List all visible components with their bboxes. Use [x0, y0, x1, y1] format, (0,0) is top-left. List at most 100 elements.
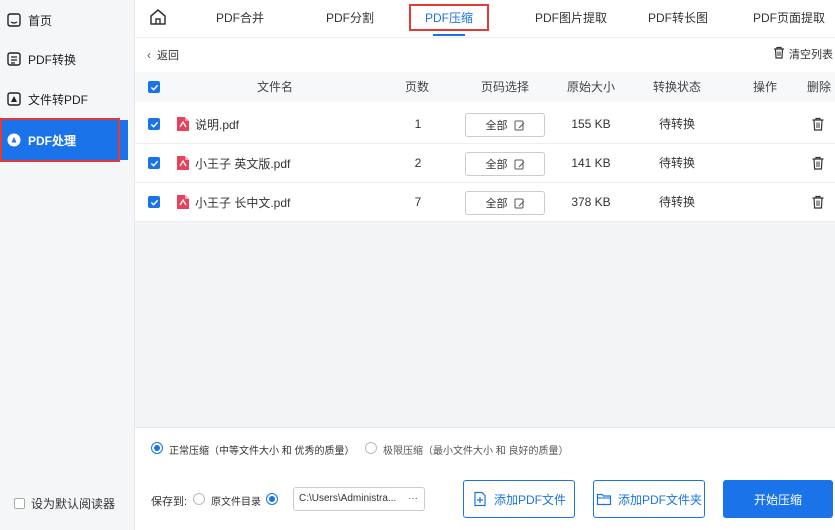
- home-button[interactable]: [149, 8, 167, 26]
- save-path-field[interactable]: C:\Users\Administra... ···: [293, 487, 425, 511]
- header-filename: 文件名: [256, 80, 293, 94]
- file-name: 小王子 英文版.pdf: [195, 156, 291, 171]
- radio-extreme-compression[interactable]: [365, 442, 377, 454]
- page-select-button[interactable]: 全部: [465, 113, 545, 137]
- page-count: 2: [414, 156, 422, 170]
- file-name: 说明.pdf: [195, 117, 240, 132]
- tab-pdf-image-extract[interactable]: PDF图片提取: [531, 0, 611, 36]
- page-count: 7: [414, 195, 422, 209]
- tab-pdf-page-extract[interactable]: PDF页面提取: [749, 0, 829, 36]
- sidebar-item-file-to-pdf[interactable]: 文件转PDF: [0, 79, 128, 119]
- add-file-label: 添加PDF文件: [493, 492, 566, 507]
- checkbox-icon: [14, 498, 25, 509]
- radio-normal-compression[interactable]: [151, 442, 163, 454]
- add-pdf-folder-button[interactable]: 添加PDF文件夹: [593, 480, 705, 518]
- extreme-compression-label: 极限压缩（最小文件大小 和 良好的质量）: [383, 446, 569, 457]
- folder-icon: [596, 493, 612, 506]
- header-status: 转换状态: [652, 80, 701, 94]
- edit-icon: [514, 198, 524, 208]
- active-tab-underline: [433, 34, 465, 36]
- page-select-button[interactable]: 全部: [465, 191, 545, 215]
- tab-label: PDF转长图: [647, 11, 708, 25]
- table-row: 小王子 英文版.pdf 2 全部 141 KB 待转换: [135, 143, 835, 183]
- pdf-file-icon: [177, 195, 189, 209]
- original-size: 378 KB: [571, 195, 611, 209]
- file-name: 小王子 长中文.pdf: [195, 195, 291, 210]
- start-compress-button[interactable]: 开始压缩: [723, 480, 833, 518]
- check-icon: [150, 199, 158, 206]
- pdf-process-icon: [7, 133, 21, 147]
- clear-list-label: 清空列表: [789, 49, 833, 61]
- tab-label: PDF合并: [215, 11, 264, 25]
- check-icon: [150, 84, 158, 91]
- delete-icon[interactable]: [811, 195, 825, 209]
- edit-icon: [514, 120, 524, 130]
- sidebar-item-label: PDF处理: [28, 133, 77, 148]
- tab-pdf-compress[interactable]: PDF压缩: [409, 0, 489, 36]
- default-reader-label: 设为默认阅读器: [31, 497, 116, 511]
- add-file-icon: [474, 491, 486, 507]
- sidebar-item-label: 文件转PDF: [28, 92, 89, 107]
- pdf-convert-icon: [7, 52, 21, 66]
- page-select-label: 全部: [485, 120, 508, 132]
- sidebar-item-pdf-convert[interactable]: PDF转换: [0, 39, 128, 79]
- sidebar-item-pdf-process[interactable]: PDF处理: [0, 118, 128, 162]
- save-to-label: 保存到:: [151, 496, 188, 508]
- page-select-button[interactable]: 全部: [465, 152, 545, 176]
- home-icon: [150, 9, 166, 25]
- pdf-file-icon: [177, 156, 189, 170]
- edit-icon: [514, 159, 524, 169]
- start-compress-label: 开始压缩: [753, 492, 802, 507]
- tab-label: PDF图片提取: [534, 11, 607, 25]
- row-checkbox[interactable]: [148, 196, 160, 208]
- tab-pdf-long-image[interactable]: PDF转长图: [643, 0, 713, 36]
- page-select-label: 全部: [485, 198, 508, 210]
- original-size: 155 KB: [571, 117, 611, 131]
- check-icon: [150, 121, 158, 128]
- highlight-box: [409, 4, 489, 31]
- radio-original-dir[interactable]: [193, 493, 205, 505]
- table-row: 说明.pdf 1 全部 155 KB 待转换: [135, 104, 835, 144]
- toolbar: ‹ 返回 清空列表: [135, 38, 835, 70]
- more-icon[interactable]: ···: [408, 488, 418, 510]
- select-all-checkbox[interactable]: [148, 81, 160, 93]
- add-pdf-file-button[interactable]: 添加PDF文件: [463, 480, 575, 518]
- tab-label: PDF页面提取: [752, 11, 825, 25]
- header-page-select: 页码选择: [480, 80, 529, 94]
- header-original-size: 原始大小: [566, 80, 615, 94]
- delete-icon[interactable]: [811, 156, 825, 170]
- sidebar-item-label: PDF转换: [28, 52, 77, 67]
- trash-icon: [773, 46, 785, 62]
- status: 待转换: [658, 117, 695, 131]
- row-checkbox[interactable]: [148, 157, 160, 169]
- original-dir-label: 原文件目录: [211, 497, 261, 508]
- home-icon: [7, 13, 21, 27]
- radio-custom-dir[interactable]: [266, 493, 278, 505]
- table-row: 小王子 长中文.pdf 7 全部 378 KB 待转换: [135, 182, 835, 222]
- status: 待转换: [658, 195, 695, 209]
- sidebar-item-home[interactable]: 首页: [0, 0, 128, 40]
- tab-pdf-split[interactable]: PDF分割: [315, 0, 385, 36]
- normal-compression-label: 正常压缩（中等文件大小 和 优秀的质量）: [169, 446, 355, 457]
- page-select-label: 全部: [485, 159, 508, 171]
- clear-list-button[interactable]: 清空列表: [773, 46, 833, 62]
- tab-pdf-merge[interactable]: PDF合并: [205, 0, 275, 36]
- header-delete: 删除: [806, 80, 831, 94]
- header-pages: 页数: [404, 80, 429, 94]
- table-header: 文件名 页数 页码选择 原始大小 转换状态 操作 删除: [135, 72, 835, 102]
- compression-options: 正常压缩（中等文件大小 和 优秀的质量） 极限压缩（最小文件大小 和 良好的质量…: [135, 427, 835, 467]
- delete-icon[interactable]: [811, 117, 825, 131]
- status: 待转换: [658, 156, 695, 170]
- sidebar-item-label: 首页: [28, 13, 53, 28]
- file-list-empty-area: [135, 222, 835, 427]
- header-action: 操作: [752, 80, 777, 94]
- row-checkbox[interactable]: [148, 118, 160, 130]
- default-reader-checkbox[interactable]: 设为默认阅读器: [14, 495, 115, 512]
- back-label: 返回: [157, 50, 179, 62]
- tab-label: PDF分割: [325, 11, 374, 25]
- pdf-file-icon: [177, 117, 189, 131]
- check-icon: [150, 160, 158, 167]
- page-count: 1: [414, 117, 422, 131]
- chevron-left-icon: ‹: [147, 48, 151, 62]
- back-button[interactable]: ‹ 返回: [147, 47, 179, 63]
